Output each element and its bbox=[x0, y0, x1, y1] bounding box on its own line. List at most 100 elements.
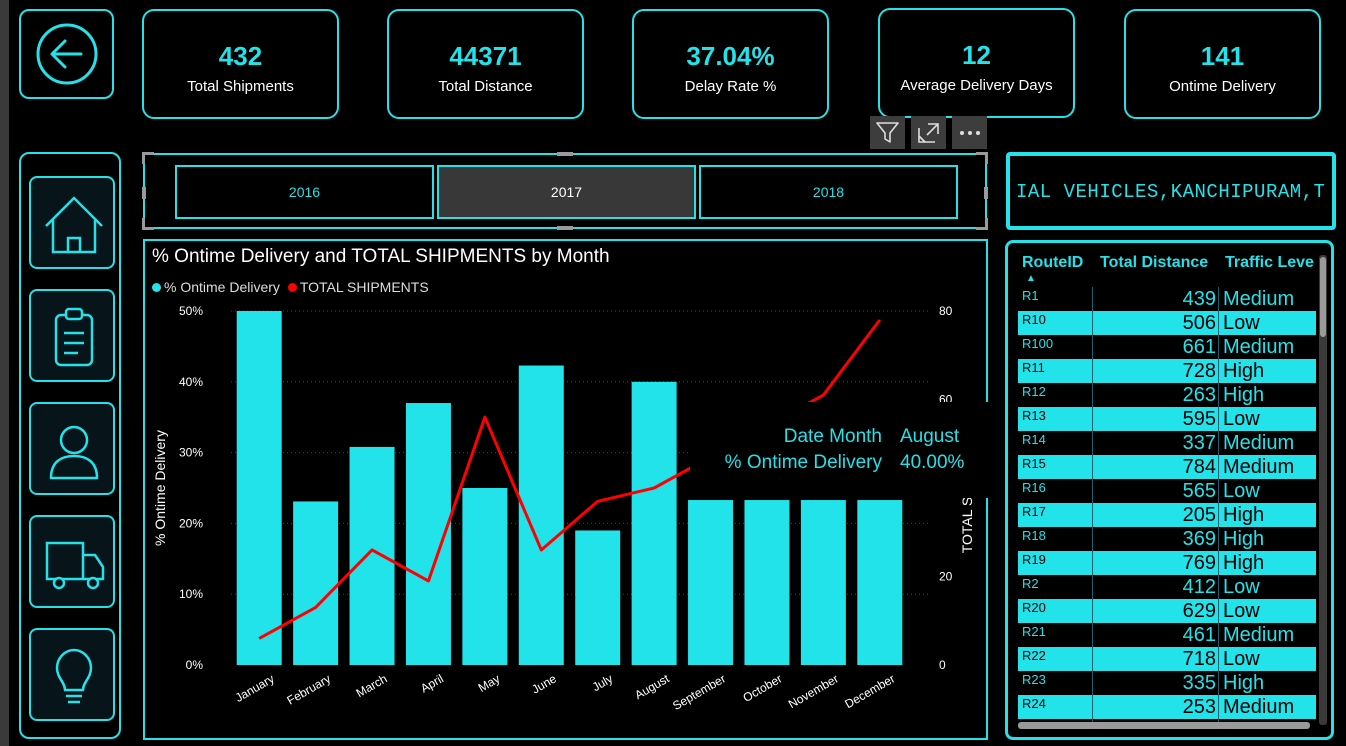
table-row[interactable]: R20 629 Low bbox=[1018, 599, 1316, 623]
x-axis-tick-label: January bbox=[233, 671, 277, 704]
total-distance-cell: 784 bbox=[1182, 456, 1216, 478]
kpi-label: Ontime Delivery bbox=[1169, 78, 1276, 95]
total-distance-cell: 263 bbox=[1182, 384, 1216, 406]
column-divider bbox=[1092, 287, 1093, 723]
focus-mode-button[interactable] bbox=[911, 116, 946, 149]
route-id-cell: R21 bbox=[1022, 624, 1046, 639]
table-row[interactable]: R10 506 Low bbox=[1018, 311, 1316, 335]
route-id-cell: R19 bbox=[1022, 552, 1046, 567]
resize-handle[interactable] bbox=[142, 187, 146, 199]
table-row[interactable]: R15 784 Medium bbox=[1018, 455, 1316, 479]
table-row[interactable]: R22 718 Low bbox=[1018, 647, 1316, 671]
nav-truck-button[interactable] bbox=[29, 515, 115, 608]
more-options-icon bbox=[960, 131, 980, 135]
tooltip-label-ontime: % Ontime Delivery bbox=[724, 452, 882, 473]
route-id-cell: R18 bbox=[1022, 528, 1046, 543]
total-distance-cell: 439 bbox=[1182, 288, 1216, 310]
route-id-cell: R17 bbox=[1022, 504, 1046, 519]
table-row[interactable]: R1 439 Medium bbox=[1018, 287, 1316, 311]
combo-chart: 0%10%20%30%40%50%0206080January February M… bbox=[152, 304, 975, 713]
y2-axis-title: TOTAL S bbox=[959, 497, 975, 554]
kpi-value: 37.04% bbox=[686, 41, 775, 71]
resize-handle[interactable] bbox=[985, 152, 988, 164]
column-header-traffic-level[interactable]: Traffic Leve bbox=[1225, 254, 1314, 272]
traffic-level-cell: Medium bbox=[1223, 336, 1295, 358]
y2-axis-tick-label: 0 bbox=[939, 658, 946, 672]
year-option-2018[interactable]: 2018 bbox=[699, 165, 958, 219]
resize-handle[interactable] bbox=[985, 218, 988, 230]
table-row[interactable]: R19 769 High bbox=[1018, 551, 1316, 575]
vertical-scrollbar-thumb[interactable] bbox=[1320, 257, 1326, 337]
table-row[interactable]: R17 205 High bbox=[1018, 503, 1316, 527]
legend-dot bbox=[287, 283, 297, 292]
total-distance-cell: 769 bbox=[1182, 552, 1216, 574]
bar-ontime-march bbox=[349, 446, 395, 665]
x-axis-tick-label: July bbox=[590, 671, 615, 694]
traffic-level-cell: Medium bbox=[1223, 696, 1295, 718]
back-button[interactable] bbox=[19, 9, 114, 99]
table-row[interactable]: R2 412 Low bbox=[1018, 575, 1316, 599]
nav-home-button[interactable] bbox=[29, 176, 115, 269]
resize-handle[interactable] bbox=[142, 218, 145, 230]
year-option-2017[interactable]: 2017 bbox=[437, 165, 696, 219]
kpi-value: 141 bbox=[1200, 41, 1245, 71]
route-id-cell: R20 bbox=[1022, 600, 1046, 615]
table-row[interactable]: R11 728 High bbox=[1018, 359, 1316, 383]
legend-item-shipments[interactable]: TOTAL SHIPMENTS bbox=[287, 279, 429, 295]
resize-handle[interactable] bbox=[557, 226, 573, 230]
route-id-cell: R10 bbox=[1022, 312, 1046, 327]
table-row[interactable]: R23 335 High bbox=[1018, 671, 1316, 695]
bar-ontime-october bbox=[744, 500, 790, 665]
home-icon bbox=[45, 196, 103, 254]
column-header-routeid[interactable]: RouteID bbox=[1022, 254, 1083, 272]
more-options-button[interactable] bbox=[952, 116, 987, 149]
resize-handle[interactable] bbox=[984, 187, 988, 199]
traffic-level-cell: High bbox=[1223, 504, 1265, 526]
horizontal-scrollbar[interactable] bbox=[1018, 722, 1310, 729]
route-id-cell: R24 bbox=[1022, 696, 1046, 711]
bar-ontime-february bbox=[293, 501, 339, 665]
table-row[interactable]: R16 565 Low bbox=[1018, 479, 1316, 503]
y2-axis-tick-label: 20 bbox=[939, 570, 953, 584]
kpi-total-distance: 44371 Total Distance bbox=[387, 9, 584, 119]
resize-handle[interactable] bbox=[142, 152, 145, 164]
traffic-level-cell: High bbox=[1223, 552, 1265, 574]
table-row[interactable]: R13 595 Low bbox=[1018, 407, 1316, 431]
kpi-value: 44371 bbox=[449, 41, 522, 71]
table-header: RouteID ▲ Total Distance Traffic Leve bbox=[1018, 251, 1316, 287]
legend-label: % Ontime Delivery bbox=[164, 279, 280, 295]
table-row[interactable]: R21 461 Medium bbox=[1018, 623, 1316, 647]
table-row[interactable]: R14 337 Medium bbox=[1018, 431, 1316, 455]
total-distance-cell: 565 bbox=[1182, 480, 1216, 502]
total-distance-cell: 369 bbox=[1182, 528, 1216, 550]
kpi-label: Total Distance bbox=[438, 78, 533, 95]
x-axis-tick-label: November bbox=[786, 671, 841, 711]
y-axis-tick-label: 0% bbox=[186, 658, 204, 672]
table-row[interactable]: R100 661 Medium bbox=[1018, 335, 1316, 359]
kpi-total-shipments: 432 Total Shipments bbox=[142, 9, 339, 119]
nav-clipboard-button[interactable] bbox=[29, 289, 115, 382]
table-row[interactable]: R12 263 High bbox=[1018, 383, 1316, 407]
route-id-cell: R14 bbox=[1022, 432, 1046, 447]
traffic-level-cell: Low bbox=[1223, 408, 1260, 430]
year-option-2016[interactable]: 2016 bbox=[175, 165, 434, 219]
resize-handle[interactable] bbox=[557, 152, 573, 156]
nav-user-button[interactable] bbox=[29, 402, 115, 495]
nav-panel bbox=[19, 152, 121, 739]
sort-ascending-icon[interactable]: ▲ bbox=[1026, 273, 1036, 284]
total-distance-cell: 337 bbox=[1182, 432, 1216, 454]
y-axis-tick-label: 10% bbox=[179, 587, 203, 601]
table-row[interactable]: R24 253 Medium bbox=[1018, 695, 1316, 719]
y-axis-tick-label: 30% bbox=[179, 446, 203, 460]
table-row[interactable]: R18 369 High bbox=[1018, 527, 1316, 551]
legend-item-ontime[interactable]: % Ontime Delivery bbox=[152, 279, 280, 295]
total-distance-cell: 718 bbox=[1182, 648, 1216, 670]
route-id-cell: R13 bbox=[1022, 408, 1046, 423]
nav-lightbulb-button[interactable] bbox=[29, 628, 115, 721]
filter-button[interactable] bbox=[870, 116, 905, 149]
traffic-level-cell: Medium bbox=[1223, 456, 1295, 478]
route-id-cell: R15 bbox=[1022, 456, 1046, 471]
total-distance-cell: 506 bbox=[1182, 312, 1216, 334]
column-header-total-distance[interactable]: Total Distance bbox=[1100, 254, 1208, 272]
traffic-level-cell: High bbox=[1223, 528, 1265, 550]
